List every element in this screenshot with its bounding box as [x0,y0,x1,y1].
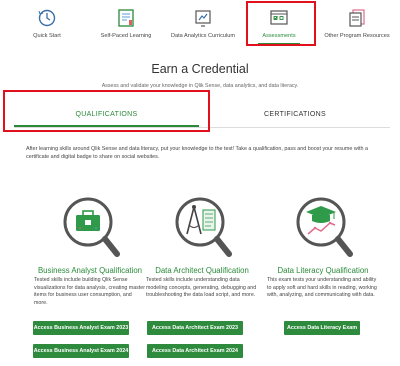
card-description: This exam tests your understanding and a… [267,277,377,299]
tab-divider [14,127,390,128]
card-title: Data Architect Qualification [155,266,249,275]
intro-text: After learning skills around Qlik Sense … [26,146,368,160]
book-icon [116,8,136,28]
nav-label: Data Analytics Curriculum [170,33,236,39]
nav-item-data-analytics-curriculum[interactable]: Data Analytics Curriculum [166,4,240,44]
access-data-architect-2024-button[interactable]: Access Data Architect Exam 2024 [147,344,243,358]
tab-qualifications[interactable]: QUALIFICATIONS [14,105,199,127]
page-subtitle: Assess and validate your knowledge in Ql… [101,83,299,89]
card-business-analyst: Business Analyst Qualification Tested sk… [34,192,146,307]
card-description: Tested skills include understanding data… [146,277,257,299]
chart-screen-icon [193,8,213,28]
nav-label: Other Program Resources [324,33,390,39]
card-title: Data Literacy Qualification [277,266,369,275]
nav-label: Self-Paced Learning [100,33,152,39]
card-description: Tested skills include building Qlik Sens… [34,277,145,306]
nav-item-other-program-resources[interactable]: Other Program Resources [320,4,394,44]
page-title: Earn a Credential [151,62,249,76]
briefcase-magnifier-icon [55,192,125,264]
active-underline [258,42,300,44]
checklist-icon [269,8,289,28]
top-nav: Quick Start Self-Paced Learning Data Ana… [0,0,400,46]
nav-item-self-paced-learning[interactable]: Self-Paced Learning [96,4,156,44]
nav-label: Quick Start [33,33,61,39]
card-title: Business Analyst Qualification [37,266,142,275]
nav-item-assessments[interactable]: Assessments [252,4,306,44]
nav-item-quick-start[interactable]: Quick Start [22,4,72,44]
card-data-architect: Data Architect Qualification Tested skil… [146,192,258,300]
access-business-analyst-2024-button[interactable]: Access Business Analyst Exam 2024 [33,344,129,358]
access-data-architect-2023-button[interactable]: Access Data Architect Exam 2023 [147,321,243,335]
access-data-literacy-button[interactable]: Access Data Literacy Exam [284,321,360,335]
documents-icon [347,8,367,28]
card-data-literacy: Data Literacy Qualification This exam te… [267,192,379,300]
compass-magnifier-icon [167,192,237,264]
access-business-analyst-2023-button[interactable]: Access Business Analyst Exam 2023 [33,321,129,335]
graduation-chart-magnifier-icon [288,192,358,264]
clock-icon [37,8,57,28]
tab-certifications[interactable]: CERTIFICATIONS [200,105,390,127]
nav-label: Assessments [262,33,296,39]
